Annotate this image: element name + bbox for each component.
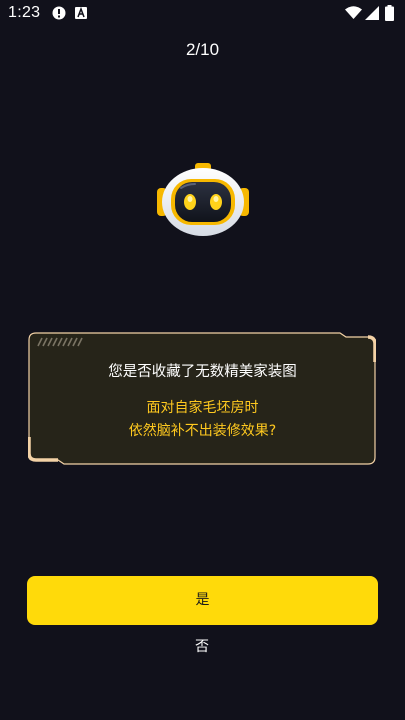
signal-icon: [365, 6, 379, 20]
robot-mascot-icon: [157, 163, 249, 236]
battery-icon: [385, 5, 394, 21]
no-button[interactable]: 否: [172, 634, 232, 660]
status-bar: 1:23: [0, 0, 405, 28]
card-sub-text-line-2: 依然脑补不出装修效果?: [128, 423, 277, 439]
a-icon: [75, 7, 87, 19]
status-time: 1:23: [8, 4, 41, 21]
card-sub-text-line-1: 面对自家毛坯房时: [146, 400, 259, 416]
yes-button[interactable]: 是: [27, 576, 378, 625]
progress-counter: 2/10: [185, 40, 220, 59]
card-question-text: 您是否收藏了无数精美家装图: [108, 364, 297, 380]
alert-icon: [52, 6, 66, 20]
wifi-icon: [345, 6, 362, 19]
